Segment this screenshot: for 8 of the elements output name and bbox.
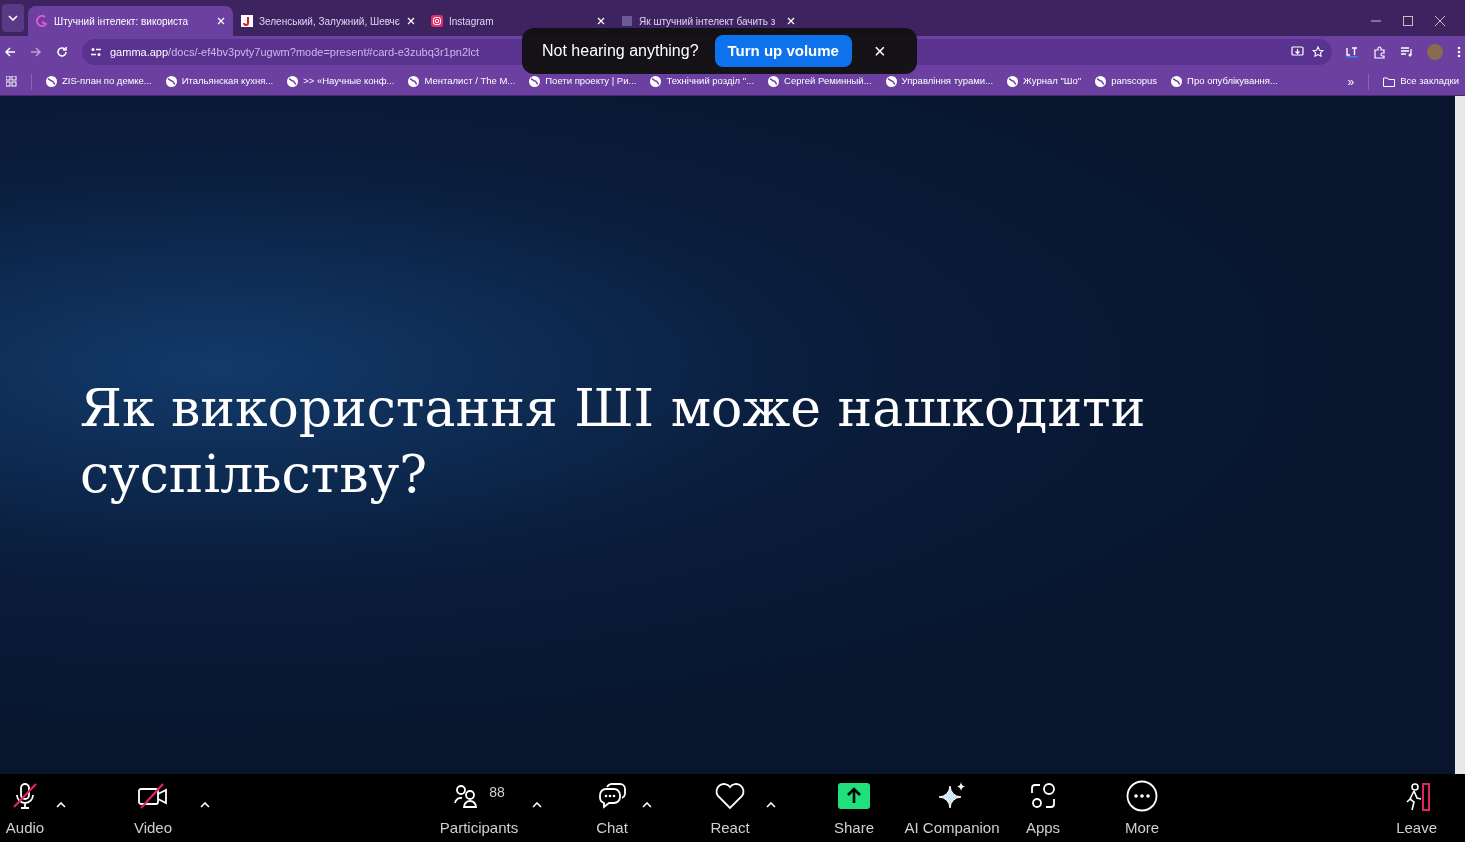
participant-count: 88 bbox=[489, 783, 505, 802]
tab-title: Зеленський, Залужний, Шевчє bbox=[259, 14, 401, 29]
slide-heading: Як використання ШІ може нашкодити суспільству? bbox=[80, 377, 1147, 506]
tab-title: Як штучний інтелект бачить з bbox=[639, 14, 777, 29]
tab-title: Штучний інтелект: використа bbox=[54, 14, 190, 29]
url-text: gamma.app/docs/-ef4bv3pvty7ugwm?mode=present#card-e3zubq3r1pn2lct bbox=[110, 44, 480, 60]
tab-title: Instagram bbox=[449, 14, 495, 29]
popup-message: Not hearing anything? bbox=[542, 41, 699, 61]
